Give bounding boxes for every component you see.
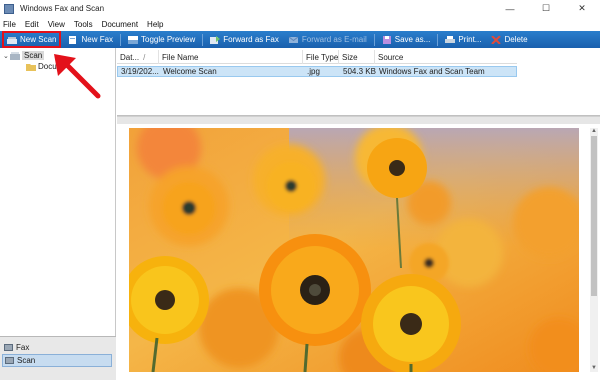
- new-fax-button[interactable]: New Fax: [65, 32, 116, 47]
- menu-view[interactable]: View: [48, 20, 65, 29]
- forward-as-email-label: Forward as E-mail: [301, 35, 367, 44]
- preview-pane-icon: [128, 35, 139, 44]
- scan-icon: [5, 357, 14, 364]
- forward-as-fax-label: Forward as Fax: [223, 35, 279, 44]
- folder-icon: [26, 63, 36, 71]
- menu-document[interactable]: Document: [102, 20, 138, 29]
- column-header-date[interactable]: Dat... /: [117, 50, 159, 64]
- preview-pane: ▲ ▼: [117, 124, 600, 380]
- file-list: Dat... / File Name File Type Size Source…: [117, 48, 600, 116]
- tree-item-scan-label: Scan: [22, 51, 45, 60]
- print-button[interactable]: Print...: [442, 32, 484, 47]
- maximize-button[interactable]: ☐: [528, 0, 564, 17]
- cell-file-type: .jpg: [307, 67, 320, 76]
- window-controls: — ☐ ✕: [492, 0, 600, 17]
- forward-fax-icon: [210, 35, 221, 44]
- save-as-label: Save as...: [394, 35, 431, 44]
- nav-scan[interactable]: Scan: [2, 354, 112, 367]
- toolbar-separator: [202, 33, 204, 46]
- pane-splitter[interactable]: [117, 116, 600, 124]
- delete-x-icon: [491, 35, 502, 44]
- delete-button[interactable]: Delete: [488, 32, 530, 47]
- save-icon: [382, 35, 391, 44]
- title-bar: Windows Fax and Scan — ☐ ✕: [0, 0, 600, 17]
- preview-scrollbar[interactable]: ▲ ▼: [590, 128, 598, 372]
- forward-as-email-button[interactable]: Forward as E-mail: [286, 32, 370, 47]
- toolbar: New Scan New Fax Toggle Preview Forward …: [0, 31, 600, 48]
- print-label: Print...: [458, 35, 482, 44]
- forward-email-icon: [288, 36, 299, 43]
- save-as-button[interactable]: Save as...: [379, 32, 434, 47]
- window-title: Windows Fax and Scan: [20, 4, 105, 13]
- forward-as-fax-button[interactable]: Forward as Fax: [207, 32, 282, 47]
- list-header: Dat... / File Name File Type Size Source: [117, 50, 517, 64]
- delete-label: Delete: [504, 35, 528, 44]
- menu-help[interactable]: Help: [147, 20, 163, 29]
- menu-file[interactable]: File: [3, 20, 16, 29]
- menu-bar: File Edit View Tools Document Help: [0, 17, 600, 31]
- fax-scan-app-icon: [4, 3, 14, 14]
- main-daisy-right: [361, 274, 461, 372]
- sort-indicator: /: [143, 52, 146, 62]
- printer-icon: [445, 35, 456, 43]
- flower-photo: [129, 128, 579, 372]
- folder-tree-pane: ⌄ Scan Docu: [0, 48, 116, 336]
- tree-item-scan[interactable]: ⌄ Scan: [3, 51, 45, 60]
- new-scan-label: New Scan: [20, 35, 57, 44]
- cell-size: 504.3 KB: [343, 67, 376, 76]
- cell-date: 3/19/202...: [121, 67, 159, 76]
- new-scan-button[interactable]: New Scan: [2, 31, 62, 48]
- column-header-file-name[interactable]: File Name: [159, 50, 303, 64]
- menu-tools[interactable]: Tools: [74, 20, 93, 29]
- close-button[interactable]: ✕: [564, 0, 600, 17]
- cell-source: Windows Fax and Scan Team: [379, 67, 485, 76]
- scroll-up-icon[interactable]: ▲: [590, 128, 598, 135]
- scanner-icon: [7, 36, 17, 44]
- scanner-folder-icon: [10, 51, 20, 60]
- collapse-chevron-icon[interactable]: ⌄: [3, 52, 10, 60]
- scrollbar-thumb[interactable]: [591, 136, 597, 296]
- toolbar-separator: [120, 33, 122, 46]
- column-header-source[interactable]: Source: [375, 50, 517, 64]
- new-fax-icon: [69, 35, 77, 44]
- minimize-button[interactable]: —: [492, 0, 528, 17]
- column-header-size[interactable]: Size: [339, 50, 375, 64]
- toggle-preview-button[interactable]: Toggle Preview: [125, 32, 198, 47]
- bottom-navigation: Fax Scan: [0, 336, 116, 380]
- fax-icon: [4, 344, 13, 351]
- toolbar-separator: [373, 33, 375, 46]
- scan-preview-image: [129, 128, 579, 372]
- column-date-label: Dat...: [120, 52, 140, 62]
- toolbar-separator: [437, 33, 439, 46]
- tree-item-documents-label: Docu: [38, 62, 57, 71]
- tree-item-documents[interactable]: Docu: [26, 62, 57, 71]
- nav-fax-label: Fax: [16, 343, 30, 352]
- new-fax-label: New Fax: [81, 35, 114, 44]
- menu-edit[interactable]: Edit: [25, 20, 39, 29]
- column-header-file-type[interactable]: File Type: [303, 50, 339, 64]
- nav-scan-label: Scan: [17, 356, 36, 365]
- table-row[interactable]: 3/19/202... Welcome Scan .jpg 504.3 KB W…: [117, 66, 517, 77]
- toggle-preview-label: Toggle Preview: [141, 35, 196, 44]
- scroll-down-icon[interactable]: ▼: [590, 365, 598, 372]
- cell-file-name: Welcome Scan: [163, 67, 217, 76]
- nav-fax[interactable]: Fax: [2, 341, 112, 354]
